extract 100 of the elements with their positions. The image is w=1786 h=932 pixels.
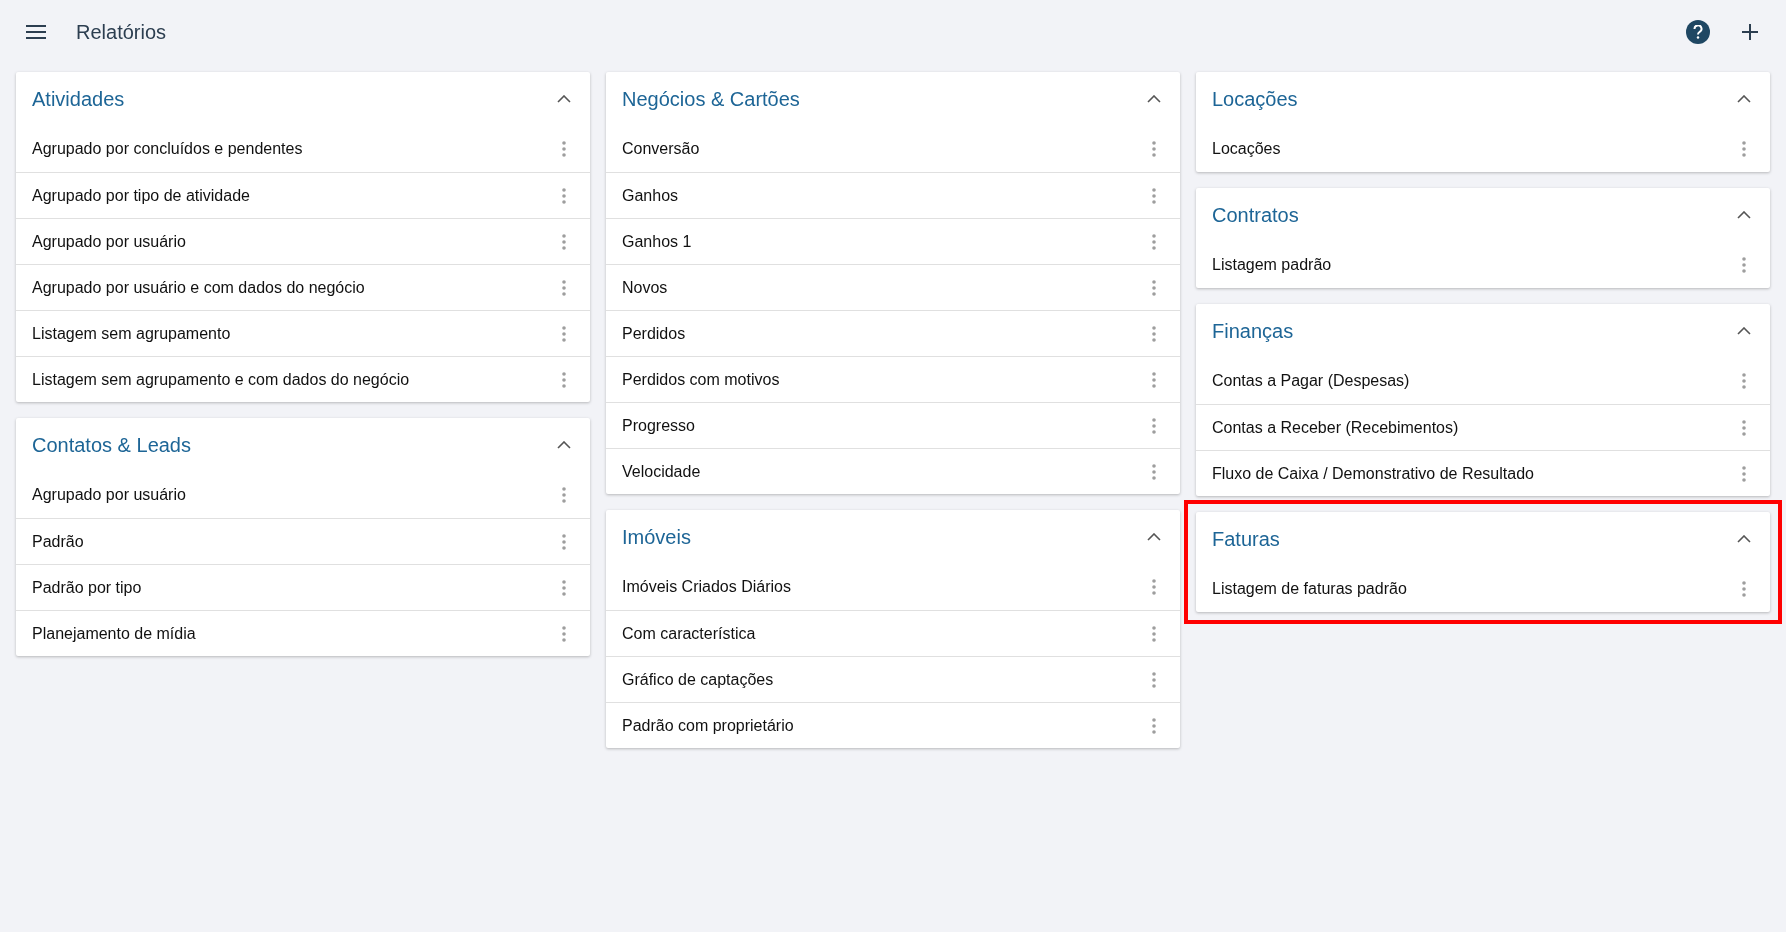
more-vertical-icon	[562, 141, 566, 157]
more-vertical-icon	[562, 187, 566, 204]
report-name: Fluxo de Caixa / Demonstrativo de Resultado	[1212, 463, 1534, 484]
report-name: Perdidos com motivos	[622, 369, 780, 390]
report-name: Listagem de faturas padrão	[1212, 579, 1407, 599]
more-vertical-icon	[1152, 463, 1156, 480]
more-vertical-icon	[562, 233, 566, 250]
report-name: Perdidos	[622, 323, 686, 344]
more-vertical-icon	[562, 579, 566, 596]
report-row[interactable]: Listagem padrão	[1196, 242, 1770, 288]
more-vertical-icon	[1152, 717, 1156, 734]
report-row[interactable]: Progresso	[606, 402, 1180, 448]
chevron-up-icon	[1737, 535, 1751, 543]
more-vertical-icon	[1742, 419, 1746, 436]
report-name: Ganhos 1	[622, 231, 692, 252]
more-vertical-icon	[1152, 279, 1156, 296]
chevron-up-icon	[1737, 327, 1751, 335]
report-name: Agrupado por usuário	[32, 231, 186, 252]
chevron-up-icon	[557, 95, 571, 103]
more-vertical-icon	[562, 533, 566, 550]
more-vertical-icon	[1152, 671, 1156, 688]
more-vertical-icon	[562, 487, 566, 503]
report-row[interactable]: Padrão com proprietário	[606, 702, 1180, 748]
report-row[interactable]: Conversão	[606, 126, 1180, 172]
chevron-up-icon	[557, 441, 571, 449]
more-vertical-icon	[1152, 371, 1156, 388]
report-name: Novos	[622, 277, 668, 298]
report-row[interactable]: Listagem sem agrupamento e com dados do negócio	[16, 356, 590, 402]
report-row[interactable]: Agrupado por concluídos e pendentes	[16, 126, 590, 172]
more-vertical-icon	[1742, 373, 1746, 389]
help-button[interactable]	[1686, 20, 1710, 44]
report-row[interactable]: Agrupado por usuário e com dados do negócio	[16, 264, 590, 310]
report-row[interactable]: Perdidos	[606, 310, 1180, 356]
plus-icon	[1742, 24, 1758, 40]
report-name: Ganhos	[622, 185, 679, 206]
more-vertical-icon	[1742, 465, 1746, 482]
more-vertical-icon	[1742, 141, 1746, 157]
section-title: Locações	[1212, 87, 1298, 112]
report-row[interactable]: Perdidos com motivos	[606, 356, 1180, 402]
more-vertical-icon	[1152, 579, 1156, 595]
more-vertical-icon	[1152, 187, 1156, 204]
report-name: Contas a Receber (Recebimentos)	[1212, 417, 1459, 438]
section-title: Atividades	[32, 87, 125, 112]
report-row[interactable]: Contas a Receber (Recebimentos)	[1196, 404, 1770, 450]
report-row[interactable]: Agrupado por tipo de atividade	[16, 172, 590, 218]
report-name: Agrupado por usuário e com dados do negócio	[32, 277, 365, 298]
section-title: Contratos	[1212, 203, 1299, 228]
report-row[interactable]: Contas a Pagar (Despesas)	[1196, 358, 1770, 404]
report-name: Padrão por tipo	[32, 577, 142, 598]
report-name: Progresso	[622, 415, 695, 436]
report-row[interactable]: Novos	[606, 264, 1180, 310]
more-vertical-icon	[1152, 625, 1156, 642]
more-vertical-icon	[1152, 417, 1156, 434]
report-row[interactable]: Gráfico de captações	[606, 656, 1180, 702]
report-name: Locações	[1212, 139, 1281, 159]
section-title: Negócios & Cartões	[622, 87, 800, 112]
chevron-up-icon	[1147, 95, 1161, 103]
report-name: Imóveis Criados Diários	[622, 577, 791, 597]
report-row[interactable]: Locações	[1196, 126, 1770, 172]
chevron-up-icon	[1737, 211, 1751, 219]
report-row[interactable]: Agrupado por usuário	[16, 218, 590, 264]
report-name: Listagem padrão	[1212, 255, 1332, 275]
more-vertical-icon	[1742, 257, 1746, 273]
section-title: Finanças	[1212, 319, 1294, 344]
menu-icon	[26, 25, 46, 39]
report-row[interactable]: Listagem de faturas padrão	[1196, 566, 1770, 612]
report-row[interactable]: Planejamento de mídia	[16, 610, 590, 656]
report-row[interactable]: Ganhos	[606, 172, 1180, 218]
report-row[interactable]: Padrão	[16, 518, 590, 564]
more-vertical-icon	[562, 325, 566, 342]
more-vertical-icon	[1152, 141, 1156, 157]
more-vertical-icon	[562, 625, 566, 642]
report-name: Conversão	[622, 139, 700, 159]
report-row[interactable]: Velocidade	[606, 448, 1180, 494]
report-name: Listagem sem agrupamento	[32, 323, 231, 344]
report-row[interactable]: Imóveis Criados Diários	[606, 564, 1180, 610]
more-vertical-icon	[1152, 233, 1156, 250]
more-vertical-icon	[562, 279, 566, 296]
report-name: Planejamento de mídia	[32, 623, 196, 644]
report-row[interactable]: Com característica	[606, 610, 1180, 656]
report-row[interactable]: Ganhos 1	[606, 218, 1180, 264]
report-name: Agrupado por tipo de atividade	[32, 185, 250, 206]
section-title: Faturas	[1212, 527, 1280, 552]
more-vertical-icon	[1742, 581, 1746, 597]
report-name: Com característica	[622, 623, 756, 644]
report-name: Agrupado por concluídos e pendentes	[32, 139, 303, 159]
report-name: Agrupado por usuário	[32, 485, 186, 505]
report-name: Padrão com proprietário	[622, 715, 794, 736]
report-row[interactable]: Agrupado por usuário	[16, 472, 590, 518]
report-name: Listagem sem agrupamento e com dados do negócio	[32, 369, 410, 390]
section-title: Contatos & Leads	[32, 433, 191, 458]
page-title: Relatórios	[76, 20, 167, 45]
question-icon	[1693, 25, 1703, 39]
report-row[interactable]: Padrão por tipo	[16, 564, 590, 610]
chevron-up-icon	[1737, 95, 1751, 103]
more-vertical-icon	[1152, 325, 1156, 342]
report-name: Gráfico de captações	[622, 669, 774, 690]
report-name: Contas a Pagar (Despesas)	[1212, 371, 1410, 391]
report-row[interactable]: Fluxo de Caixa / Demonstrativo de Resultado	[1196, 450, 1770, 496]
report-row[interactable]: Listagem sem agrupamento	[16, 310, 590, 356]
